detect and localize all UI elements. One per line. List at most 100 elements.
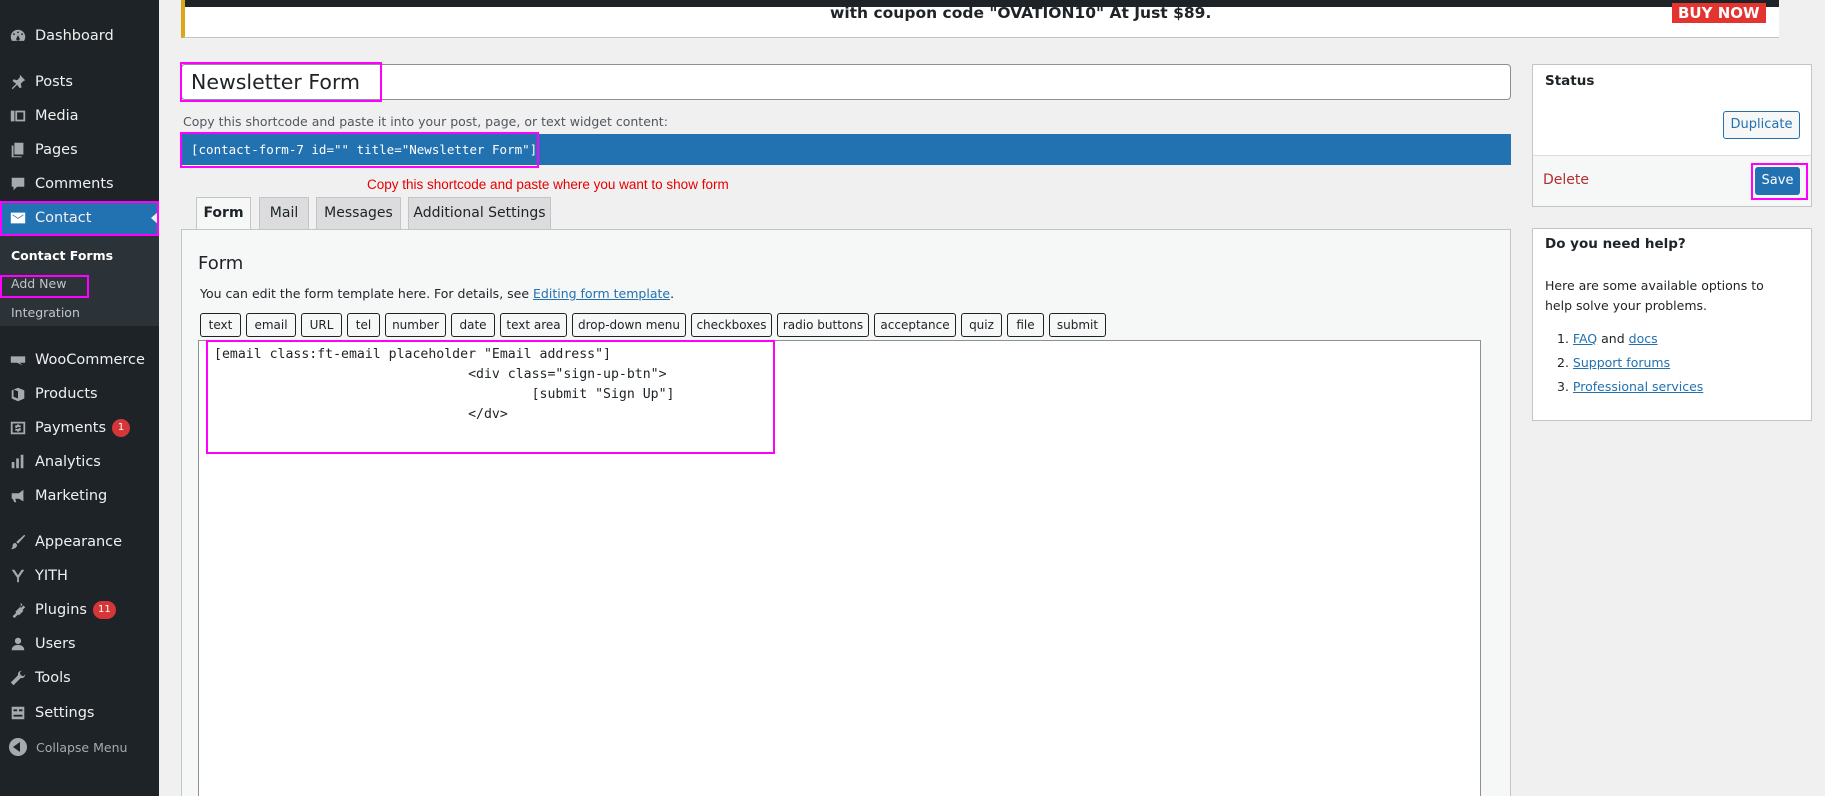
help-title: Do you need help? xyxy=(1545,236,1686,252)
save-button[interactable]: Save xyxy=(1755,167,1800,195)
tag-button-tel[interactable]: tel xyxy=(347,313,380,337)
form-panel-heading: Form xyxy=(198,253,244,274)
sidebar-item-dashboard[interactable]: Dashboard xyxy=(0,19,159,53)
shortcode-field[interactable]: [contact-form-7 id="" title="Newsletter … xyxy=(181,134,1511,165)
user-icon xyxy=(8,634,28,654)
annotation-note: Copy this shortcode and paste where you … xyxy=(367,177,729,192)
plugins-update-badge: 11 xyxy=(92,601,116,619)
sidebar-item-comments[interactable]: Comments xyxy=(0,167,159,201)
sidebar-item-products[interactable]: Products xyxy=(0,377,159,411)
shortcode-description: Copy this shortcode and paste it into yo… xyxy=(183,114,668,129)
brush-icon xyxy=(8,532,28,552)
tab-mail[interactable]: Mail xyxy=(259,197,309,230)
buy-now-button[interactable]: BUY NOW xyxy=(1672,3,1766,23)
sidebar-item-label: Dashboard xyxy=(35,28,114,44)
sidebar-item-label: Users xyxy=(35,636,76,652)
tag-button-number[interactable]: number xyxy=(385,313,446,337)
sidebar-item-label: WooCommerce xyxy=(35,352,145,368)
plugin-icon xyxy=(8,600,28,620)
help-list-item: 1. FAQ and docs xyxy=(1557,327,1703,351)
duplicate-button[interactable]: Duplicate xyxy=(1723,111,1800,139)
box-icon xyxy=(8,384,28,404)
admin-sidebar: Dashboard Posts Media Pages Comments Con… xyxy=(0,0,159,796)
sidebar-item-label: Comments xyxy=(35,176,114,192)
submenu-contact-forms[interactable]: Contact Forms xyxy=(11,248,113,263)
sidebar-item-label: YITH xyxy=(35,568,68,584)
tag-button-text-area[interactable]: text area xyxy=(500,313,567,337)
sidebar-item-appearance[interactable]: Appearance xyxy=(0,525,159,559)
promo-banner: with coupon code "OVATION10" At Just $89… xyxy=(181,0,1779,38)
collapse-menu-button[interactable]: Collapse Menu xyxy=(0,735,127,759)
sidebar-item-label: Pages xyxy=(35,142,78,158)
delete-link[interactable]: Delete xyxy=(1543,172,1589,188)
sidebar-item-posts[interactable]: Posts xyxy=(0,65,159,99)
sidebar-item-label: Settings xyxy=(35,705,95,721)
help-list-item: 3. Professional services xyxy=(1557,375,1703,399)
submenu-integration[interactable]: Integration xyxy=(11,305,80,320)
tag-button-quiz[interactable]: quiz xyxy=(961,313,1002,337)
submenu-add-new[interactable]: Add New xyxy=(11,276,66,291)
sidebar-item-contact[interactable]: Contact xyxy=(0,201,159,235)
help-list-item: 2. Support forums xyxy=(1557,351,1703,375)
contact-submenu: Contact Forms Add New Integration xyxy=(0,235,159,326)
dollar-icon xyxy=(8,418,28,438)
sidebar-item-pages[interactable]: Pages xyxy=(0,133,159,167)
form-title-input[interactable]: Newsletter Form xyxy=(181,64,1511,100)
comment-icon xyxy=(8,174,28,194)
sidebar-item-yith[interactable]: YITH xyxy=(0,559,159,593)
sidebar-item-users[interactable]: Users xyxy=(0,627,159,661)
yith-icon xyxy=(8,566,28,586)
collapse-menu-label: Collapse Menu xyxy=(36,739,128,755)
sidebar-item-label: Plugins xyxy=(35,602,87,618)
payments-count-badge: 1 xyxy=(112,419,131,437)
tag-button-url[interactable]: URL xyxy=(301,313,342,337)
sidebar-item-tools[interactable]: Tools xyxy=(0,661,159,695)
wrench-icon xyxy=(8,668,28,688)
tab-form[interactable]: Form xyxy=(196,197,251,231)
megaphone-icon xyxy=(8,486,28,506)
editing-form-template-link[interactable]: Editing form template xyxy=(533,286,670,301)
dashboard-icon xyxy=(8,26,28,46)
support-forums-link[interactable]: Support forums xyxy=(1573,355,1670,370)
media-icon xyxy=(8,106,28,126)
sidebar-item-label: Media xyxy=(35,108,79,124)
help-text: Here are some available options to help … xyxy=(1545,278,1764,313)
sidebar-item-plugins[interactable]: Plugins 11 xyxy=(0,593,159,627)
tag-button-radio-buttons[interactable]: radio buttons xyxy=(777,313,869,337)
sidebar-item-woocommerce[interactable]: WooCommerce xyxy=(0,343,159,377)
tag-button-checkboxes[interactable]: checkboxes xyxy=(691,313,772,337)
tab-messages[interactable]: Messages xyxy=(316,197,401,230)
sidebar-item-label: Contact xyxy=(35,210,92,226)
tag-button-drop-down-menu[interactable]: drop-down menu xyxy=(572,313,686,337)
tag-button-text[interactable]: text xyxy=(200,313,241,337)
sidebar-item-label: Analytics xyxy=(35,454,101,470)
tag-button-date[interactable]: date xyxy=(451,313,495,337)
form-desc-suffix: . xyxy=(670,286,675,301)
sidebar-item-marketing[interactable]: Marketing xyxy=(0,479,159,513)
form-panel-description: You can edit the form template here. For… xyxy=(200,286,674,301)
docs-link[interactable]: docs xyxy=(1629,331,1658,346)
tag-button-submit[interactable]: submit xyxy=(1049,313,1106,337)
sidebar-item-label: Products xyxy=(35,386,98,402)
pages-icon xyxy=(8,140,28,160)
sidebar-item-label: Payments xyxy=(35,420,107,436)
help-item-number: 1. xyxy=(1557,331,1569,346)
help-item-number: 2. xyxy=(1557,355,1569,370)
professional-services-link[interactable]: Professional services xyxy=(1573,379,1703,394)
tab-additional-settings[interactable]: Additional Settings xyxy=(408,197,551,230)
sidebar-item-payments[interactable]: Payments 1 xyxy=(0,411,159,445)
sidebar-item-label: Appearance xyxy=(35,534,123,550)
woocommerce-icon xyxy=(8,350,28,370)
tag-button-acceptance[interactable]: acceptance xyxy=(874,313,956,337)
help-item-number: 3. xyxy=(1557,379,1569,394)
sidebar-item-settings[interactable]: Settings xyxy=(0,696,159,730)
form-template-code: [email class:ft-email placeholder "Email… xyxy=(214,347,675,422)
sidebar-item-label: Tools xyxy=(35,670,71,686)
sidebar-item-analytics[interactable]: Analytics xyxy=(0,445,159,479)
faq-link[interactable]: FAQ xyxy=(1573,331,1597,346)
sidebar-item-media[interactable]: Media xyxy=(0,99,159,133)
sidebar-item-label: Marketing xyxy=(35,488,108,504)
bar-chart-icon xyxy=(8,452,28,472)
tag-button-email[interactable]: email xyxy=(246,313,296,337)
tag-button-file[interactable]: file xyxy=(1007,313,1044,337)
